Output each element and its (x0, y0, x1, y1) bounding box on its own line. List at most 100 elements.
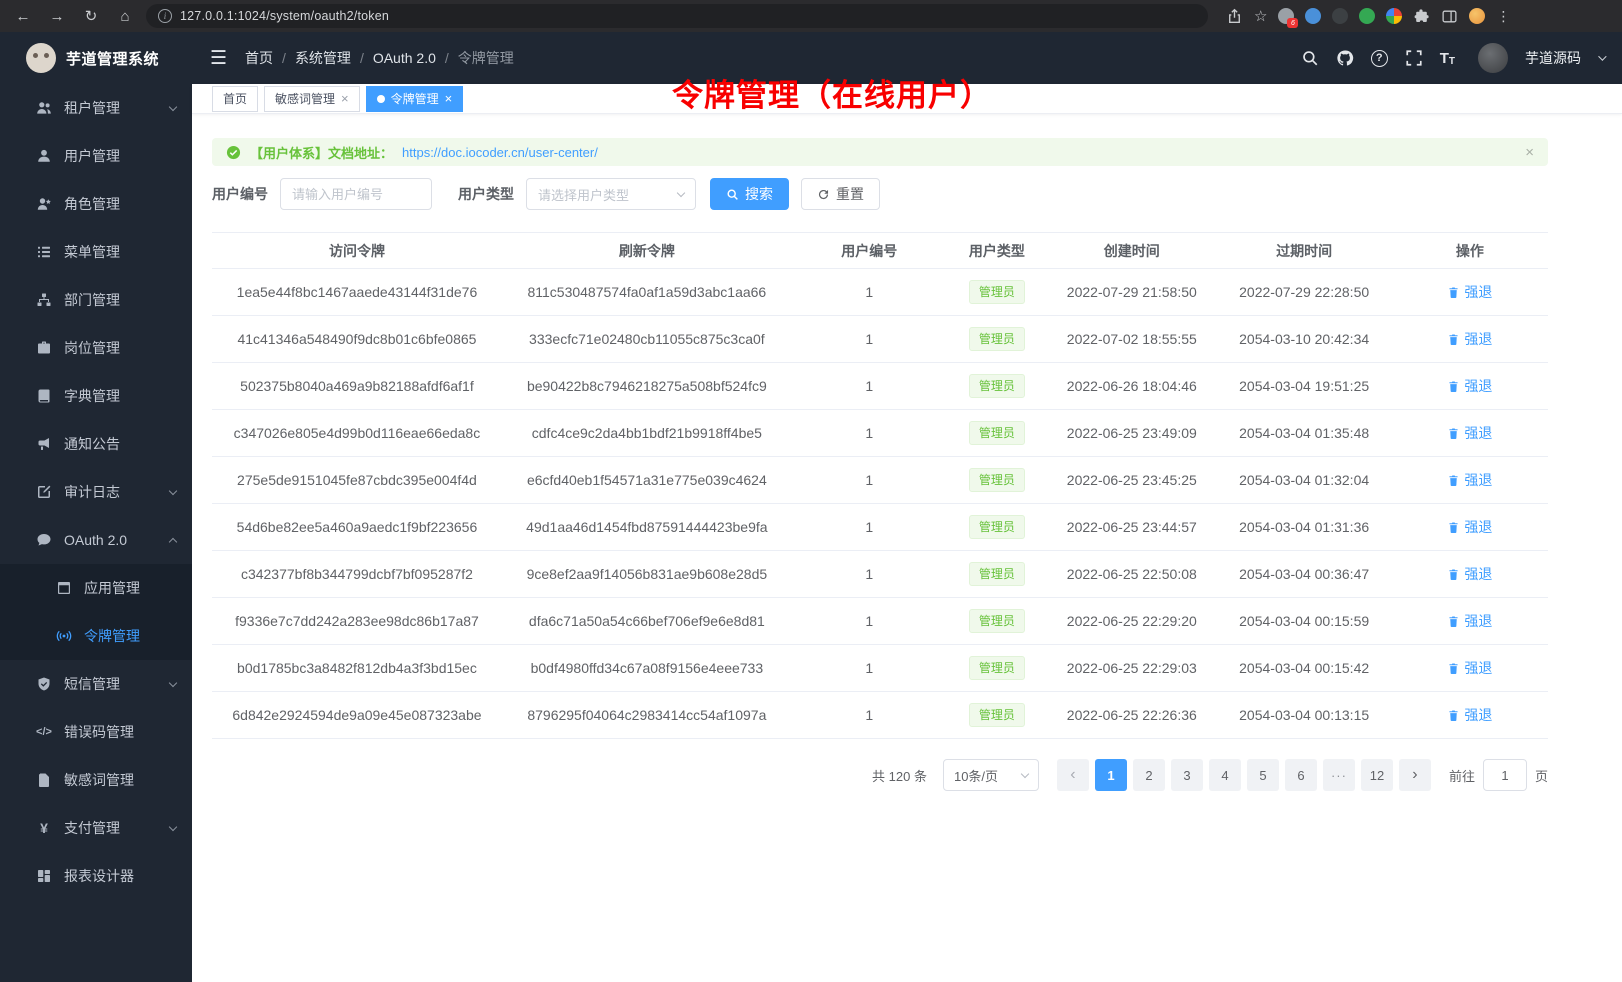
side-panel-icon[interactable] (1441, 8, 1458, 25)
extension-icon[interactable] (1386, 8, 1402, 24)
pagination-page-button[interactable]: 12 (1361, 759, 1393, 791)
force-logout-button[interactable]: 强退 (1447, 329, 1492, 349)
prev-page-button[interactable]: ‹ (1057, 759, 1089, 791)
github-icon[interactable] (1336, 49, 1354, 67)
fullscreen-icon[interactable] (1405, 49, 1423, 67)
access-token-cell: 275e5de9151045fe87cbdc395e004f4d (212, 457, 502, 504)
sidebar-item-sensitive-word[interactable]: 敏感词管理 (0, 756, 192, 804)
search-icon[interactable] (1301, 49, 1319, 67)
extension-icon[interactable] (1332, 8, 1348, 24)
sidebar-item-pay[interactable]: ¥支付管理 (0, 804, 192, 852)
breadcrumb-item[interactable]: 系统管理 (295, 48, 351, 68)
sidebar-item-oauth2[interactable]: OAuth 2.0 (0, 516, 192, 564)
force-logout-button[interactable]: 强退 (1447, 517, 1492, 537)
reload-icon[interactable]: ↻ (78, 4, 104, 28)
access-token-cell: 1ea5e44f8bc1467aaede43144f31de76 (212, 269, 502, 316)
font-size-icon[interactable]: TT (1440, 50, 1455, 67)
doc-link[interactable]: https://doc.iocoder.cn/user-center/ (402, 145, 598, 160)
pagination-page-button[interactable]: 5 (1247, 759, 1279, 791)
goto-page-input[interactable] (1483, 759, 1527, 791)
help-icon[interactable]: ? (1371, 50, 1388, 67)
create-time-cell: 2022-06-25 23:45:25 (1047, 457, 1217, 504)
app-logo-area[interactable]: 芋道管理系统 (0, 32, 192, 84)
browser-profile-avatar[interactable] (1469, 8, 1485, 24)
breadcrumb-item[interactable]: 首页 (245, 48, 273, 68)
pagination-page-button[interactable]: 4 (1209, 759, 1241, 791)
force-logout-button[interactable]: 强退 (1447, 611, 1492, 631)
action-cell: 强退 (1392, 504, 1548, 551)
user-avatar[interactable] (1478, 43, 1508, 73)
user-name[interactable]: 芋道源码 (1525, 48, 1581, 68)
user-id-cell: 1 (792, 504, 947, 551)
force-logout-button[interactable]: 强退 (1447, 376, 1492, 396)
breadcrumb-item[interactable]: OAuth 2.0 (373, 50, 436, 66)
force-logout-button[interactable]: 强退 (1447, 282, 1492, 302)
share-icon[interactable] (1226, 8, 1243, 25)
bookmark-star-icon[interactable]: ☆ (1254, 7, 1267, 25)
notice-icon (36, 436, 52, 452)
sidebar-collapse-icon[interactable]: ☰ (210, 47, 227, 70)
trash-icon (1447, 709, 1460, 722)
extensions-puzzle-icon[interactable] (1413, 8, 1430, 25)
chevron-down-icon[interactable] (1598, 52, 1606, 60)
tab-sensitive-word[interactable]: 敏感词管理× (264, 86, 360, 112)
chevron-down-icon (677, 188, 685, 196)
browser-menu-icon[interactable]: ⋮ (1496, 8, 1511, 25)
table-body: 1ea5e44f8bc1467aaede43144f31de76811c5304… (212, 269, 1548, 739)
app-logo (26, 43, 56, 73)
sidebar-item-notice[interactable]: 通知公告 (0, 420, 192, 468)
force-logout-button[interactable]: 强退 (1447, 705, 1492, 725)
force-logout-button[interactable]: 强退 (1447, 658, 1492, 678)
force-logout-label: 强退 (1464, 376, 1492, 396)
tab-home[interactable]: 首页 (212, 86, 258, 112)
next-page-button[interactable]: › (1399, 759, 1431, 791)
sidebar-item-oauth2-token[interactable]: 令牌管理 (0, 612, 192, 660)
user-id-input[interactable] (280, 178, 432, 210)
back-icon[interactable]: ← (10, 4, 36, 28)
sidebar-item-menu[interactable]: 菜单管理 (0, 228, 192, 276)
sidebar-item-user[interactable]: 用户管理 (0, 132, 192, 180)
alert-close-icon[interactable]: × (1525, 144, 1534, 161)
pagination-page-button[interactable]: 2 (1133, 759, 1165, 791)
create-time-cell: 2022-06-25 22:50:08 (1047, 551, 1217, 598)
reset-button[interactable]: 重置 (801, 178, 880, 210)
sidebar-item-audit-log[interactable]: 审计日志 (0, 468, 192, 516)
site-info-icon[interactable]: i (158, 9, 172, 23)
pagination-page-button[interactable]: 6 (1285, 759, 1317, 791)
search-icon (726, 188, 739, 201)
menu-icon (36, 244, 52, 260)
force-logout-button[interactable]: 强退 (1447, 564, 1492, 584)
extension-icon[interactable]: 6 (1278, 8, 1294, 24)
user-type-select[interactable]: 请选择用户类型 (526, 178, 696, 210)
trash-icon (1447, 427, 1460, 440)
sidebar-item-oauth2-application[interactable]: 应用管理 (0, 564, 192, 612)
forward-icon[interactable]: → (44, 4, 70, 28)
url-bar[interactable]: i 127.0.0.1:1024/system/oauth2/token (146, 4, 1208, 28)
sidebar-item-dept[interactable]: 部门管理 (0, 276, 192, 324)
pagination-more-button[interactable]: ··· (1323, 759, 1355, 791)
tab-close-icon[interactable]: × (341, 92, 349, 105)
sidebar-item-report-designer[interactable]: 报表设计器 (0, 852, 192, 900)
user-type-tag: 管理员 (969, 421, 1025, 445)
sidebar: 租户管理用户管理角色管理菜单管理部门管理岗位管理字典管理通知公告审计日志OAut… (0, 84, 192, 982)
home-icon[interactable]: ⌂ (112, 4, 138, 28)
trash-icon (1447, 474, 1460, 487)
sidebar-item-sms[interactable]: 短信管理 (0, 660, 192, 708)
sidebar-item-error-code[interactable]: </>错误码管理 (0, 708, 192, 756)
tab-oauth2-token[interactable]: 令牌管理× (366, 86, 464, 112)
page-size-select[interactable]: 10条/页 (943, 759, 1039, 791)
search-button[interactable]: 搜索 (710, 178, 789, 210)
force-logout-button[interactable]: 强退 (1447, 423, 1492, 443)
pagination-page-button[interactable]: 3 (1171, 759, 1203, 791)
extension-icon[interactable] (1359, 8, 1375, 24)
sidebar-item-tenant[interactable]: 租户管理 (0, 84, 192, 132)
pagination-page-button[interactable]: 1 (1095, 759, 1127, 791)
user-type-tag: 管理员 (969, 327, 1025, 351)
trash-icon (1447, 615, 1460, 628)
tab-close-icon[interactable]: × (445, 92, 453, 105)
sidebar-item-dict[interactable]: 字典管理 (0, 372, 192, 420)
extension-icon[interactable] (1305, 8, 1321, 24)
force-logout-button[interactable]: 强退 (1447, 470, 1492, 490)
sidebar-item-role[interactable]: 角色管理 (0, 180, 192, 228)
sidebar-item-post[interactable]: 岗位管理 (0, 324, 192, 372)
